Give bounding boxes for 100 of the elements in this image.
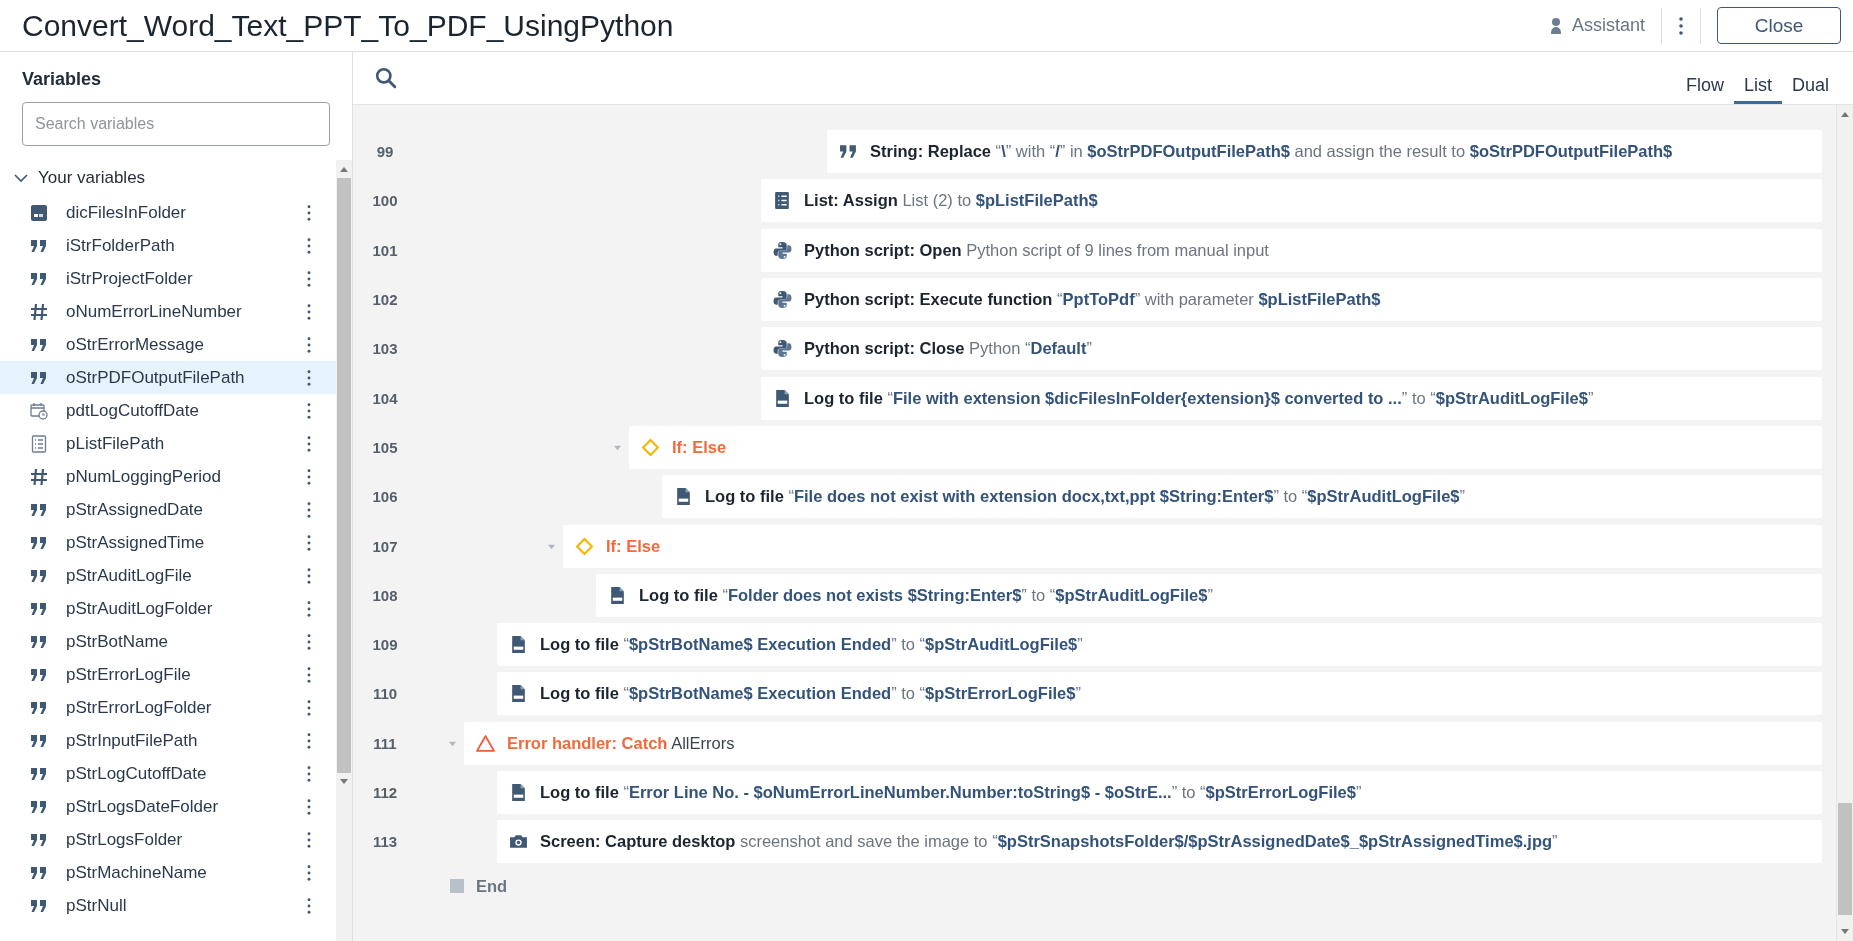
search-field[interactable]: Search variables — [22, 102, 330, 146]
assistant-button[interactable]: Assistant — [1549, 15, 1645, 36]
more-icon[interactable] — [306, 467, 312, 486]
view-tab[interactable]: Dual — [1781, 52, 1839, 104]
variable-item[interactable]: pStrLogCutoffDate — [0, 757, 336, 790]
step-card[interactable]: Log to file “$pStrBotName$ Execution Ended” to “$pStrAuditLogFile$” — [497, 623, 1822, 667]
step-card[interactable]: Log to file “Folder does not exists $String:Enter$” to “$pStrAuditLogFile$” — [596, 573, 1822, 617]
variable-item[interactable]: pStrAssignedTime — [0, 526, 336, 559]
step-card[interactable]: String: Replace “\” with “/” in $oStrPDFOutputFilePath$ and assign the result to $oStrPDFOutputFilePath$ — [827, 130, 1822, 174]
more-icon[interactable] — [306, 830, 312, 849]
more-icon[interactable] — [306, 632, 312, 651]
step-card[interactable]: Error handler: Catch AllErrors — [464, 721, 1822, 765]
variable-item[interactable]: pStrLogsDateFolder — [0, 790, 336, 823]
variable-item[interactable]: pStrAuditLogFolder — [0, 592, 336, 625]
variable-item[interactable]: pStrInputFilePath — [0, 724, 336, 757]
step-card[interactable]: Log to file “$pStrBotName$ Execution Ended” to “$pStrErrorLogFile$” — [497, 672, 1822, 716]
variable-item[interactable]: pStrBotName — [0, 625, 336, 658]
more-icon[interactable] — [306, 797, 312, 816]
step-text: Error handler: Catch AllErrors — [507, 733, 735, 753]
more-icon[interactable] — [306, 236, 312, 255]
step-card[interactable]: Python script: Execute function “PptToPdf” with parameter $pListFilePath$ — [761, 278, 1822, 322]
variable-item[interactable]: pdtLogCutoffDate — [0, 394, 336, 427]
variable-item[interactable]: oNumErrorLineNumber — [0, 295, 336, 328]
step-card[interactable]: Python script: Open Python script of 9 lines from manual input — [761, 228, 1822, 272]
line-number: 103 — [371, 340, 399, 358]
variable-item[interactable]: pStrMachineName — [0, 856, 336, 889]
scroll-up-icon[interactable] — [1840, 111, 1850, 117]
more-icon[interactable] — [306, 500, 312, 519]
step-card[interactable]: Log to file “File with extension $dicFilesInFolder{extension}$ converted to ...” to “$pStrAuditLogFile$” — [761, 376, 1822, 420]
scroll-thumb[interactable] — [337, 178, 351, 773]
step-text: Log to file “Error Line No. - $oNumErrorLineNumber.Number:toString$ - $oStrE...” to “$pStrErrorLogFile$” — [540, 783, 1362, 802]
variable-item[interactable]: pStrErrorLogFolder — [0, 691, 336, 724]
python-icon — [773, 339, 792, 359]
line-number: 101 — [371, 241, 399, 259]
line-number: 109 — [371, 636, 399, 654]
variable-item[interactable]: pStrLogsFolder — [0, 823, 336, 856]
more-icon[interactable] — [306, 368, 312, 387]
variable-item[interactable]: pStrNull — [0, 889, 336, 922]
step-card[interactable]: List: Assign List (2) to $pListFilePath$ — [761, 179, 1822, 223]
variable-item[interactable]: pListFilePath — [0, 427, 336, 460]
more-icon[interactable] — [306, 665, 312, 684]
python-icon — [773, 240, 792, 260]
variable-item[interactable]: oStrErrorMessage — [0, 328, 336, 361]
step-card[interactable]: Log to file “Error Line No. - $oNumErrorLineNumber.Number:toString$ - $oStrE...” to “$pStrErrorLogFile$” — [497, 771, 1822, 814]
variable-item[interactable]: pStrErrorLogFile — [0, 658, 336, 691]
more-icon[interactable] — [306, 269, 312, 288]
more-icon[interactable] — [306, 731, 312, 750]
scroll-thumb[interactable] — [1838, 803, 1852, 915]
more-icon[interactable] — [306, 863, 312, 882]
scroll-up-icon[interactable] — [339, 166, 349, 172]
step-text: Python script: Open Python script of 9 lines from manual input — [804, 240, 1269, 260]
log-file-icon — [509, 783, 528, 802]
step-text: If: Else — [606, 536, 661, 556]
more-icon[interactable] — [306, 896, 312, 915]
variable-item[interactable]: pStrAssignedDate — [0, 493, 336, 526]
more-icon[interactable] — [306, 401, 312, 420]
search-icon[interactable] — [375, 67, 397, 89]
variable-item[interactable]: dicFilesInFolder — [0, 196, 336, 229]
more-icon[interactable] — [306, 566, 312, 585]
hash-icon — [30, 302, 48, 321]
variable-item[interactable]: iStrFolderPath — [0, 229, 336, 262]
diamond-icon — [575, 536, 594, 556]
list-icon — [773, 191, 792, 211]
variable-item[interactable]: pNumLoggingPeriod — [0, 460, 336, 493]
step-text: If: Else — [672, 437, 727, 457]
group-header[interactable]: Your variables — [0, 160, 160, 196]
line-number: 107 — [371, 537, 399, 555]
scrollbar[interactable] — [336, 160, 352, 941]
view-tab[interactable]: Flow — [1675, 52, 1734, 104]
step-text: Log to file “File does not exist with extension docx,txt,ppt $String:Enter$” to “$pStrAuditLogFile$” — [705, 487, 1465, 507]
more-icon[interactable] — [306, 533, 312, 552]
more-icon[interactable] — [306, 599, 312, 618]
variable-item[interactable]: oStrPDFOutputFilePath — [0, 361, 336, 394]
line-number: 111 — [372, 734, 398, 752]
list-icon — [30, 434, 48, 453]
scrollbar[interactable] — [1836, 105, 1853, 941]
more-icon[interactable] — [306, 203, 312, 222]
hash-icon — [30, 467, 48, 486]
calendar-clock-icon — [30, 401, 48, 420]
more-icon[interactable] — [1678, 15, 1684, 36]
scroll-down-icon[interactable] — [339, 779, 349, 785]
more-icon[interactable] — [306, 698, 312, 717]
more-icon[interactable] — [306, 302, 312, 321]
close-button[interactable]: Close — [1717, 7, 1841, 44]
step-text: List: Assign List (2) to $pListFilePath$ — [804, 191, 1098, 211]
scroll-down-icon[interactable] — [1840, 929, 1850, 935]
log-file-icon — [509, 684, 528, 704]
variable-item[interactable]: iStrProjectFolder — [0, 262, 336, 295]
step-card[interactable]: Screen: Capture desktop screenshot and save the image to “$pStrSnapshotsFolder$/$pStrAssignedDate$_$pStrAssignedTime$.jpg” — [497, 820, 1822, 864]
diamond-icon — [641, 437, 660, 457]
more-icon[interactable] — [306, 434, 312, 453]
step-card[interactable]: Python script: Close Python “Default” — [761, 327, 1822, 371]
more-icon[interactable] — [306, 764, 312, 783]
more-icon[interactable] — [306, 335, 312, 354]
end-label: End — [476, 876, 508, 896]
step-card[interactable]: Log to file “File does not exist with extension docx,txt,ppt $String:Enter$” to “$pStrAuditLogFile$” — [662, 475, 1822, 519]
line-number: 105 — [371, 438, 399, 456]
variable-item[interactable]: pStrAuditLogFile — [0, 559, 336, 592]
step-text: Python script: Execute function “PptToPdf” with parameter $pListFilePath$ — [804, 290, 1381, 310]
view-tab[interactable]: List — [1733, 52, 1782, 104]
